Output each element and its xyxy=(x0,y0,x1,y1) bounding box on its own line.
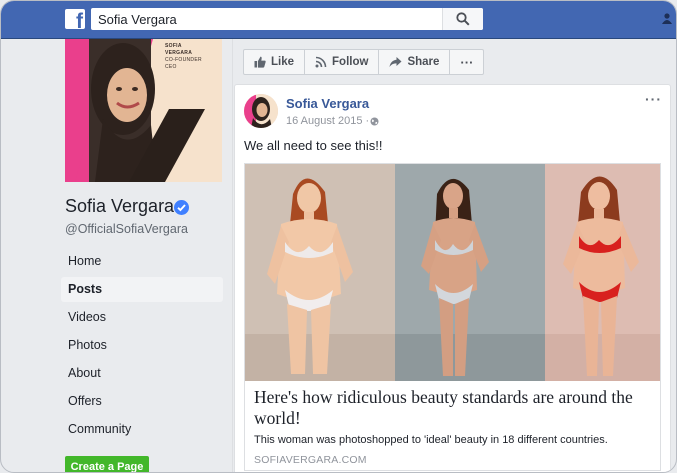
nav-item-photos[interactable]: Photos xyxy=(61,333,223,358)
photo-panel xyxy=(395,164,545,381)
woman-figure-graphic xyxy=(245,164,395,381)
nav-item-videos[interactable]: Videos xyxy=(61,305,223,330)
link-preview-card[interactable]: Here's how ridiculous beauty standards a… xyxy=(244,163,661,471)
thumbs-up-icon xyxy=(254,56,266,68)
cover-text-line-2: VERGARA xyxy=(165,50,193,56)
link-domain: SOFIAVERGARA.COM xyxy=(254,454,367,466)
author-avatar[interactable] xyxy=(244,94,278,128)
photo-panel xyxy=(545,164,660,381)
link-description: This woman was photoshopped to 'ideal' b… xyxy=(254,434,608,446)
search-button[interactable] xyxy=(442,8,483,30)
column-divider xyxy=(232,39,233,472)
post-author-link[interactable]: Sofia Vergara xyxy=(286,96,369,111)
facebook-logo-icon[interactable]: f xyxy=(65,9,85,33)
nav-item-about[interactable]: About xyxy=(61,361,223,386)
cover-text-line-1: SOFIA xyxy=(165,43,182,49)
post-meta: 16 August 2015 · xyxy=(286,115,369,127)
friend-requests-icon[interactable] xyxy=(662,13,672,25)
woman-figure-graphic xyxy=(545,164,660,381)
search-icon xyxy=(456,12,470,26)
rss-follow-icon xyxy=(315,56,327,68)
like-button[interactable]: Like xyxy=(244,50,306,74)
page-action-bar: Like Follow Share ··· xyxy=(243,49,485,75)
search-input[interactable] xyxy=(91,8,441,30)
profile-picture[interactable]: SOFIA VERGARA CO-FOUNDER CEO xyxy=(65,39,222,182)
avatar-image xyxy=(244,94,278,128)
link-preview-image xyxy=(245,164,660,381)
link-title[interactable]: Here's how ridiculous beauty standards a… xyxy=(254,387,654,429)
create-page-button[interactable]: Create a Page xyxy=(65,456,149,472)
post-message: We all need to see this!! xyxy=(244,138,383,153)
cover-caption: SOFIA VERGARA CO-FOUNDER CEO xyxy=(165,43,202,71)
top-navigation-bar: f xyxy=(1,1,676,39)
verified-badge-icon xyxy=(174,200,189,215)
post-card: Sofia Vergara 16 August 2015 · ··· We al… xyxy=(234,84,671,472)
post-date[interactable]: 16 August 2015 xyxy=(286,115,362,127)
nav-item-offers[interactable]: Offers xyxy=(61,389,223,414)
more-dots-icon: ··· xyxy=(460,54,474,70)
woman-figure-graphic xyxy=(395,164,545,381)
globe-privacy-icon[interactable] xyxy=(370,117,379,126)
follow-button[interactable]: Follow xyxy=(305,50,380,74)
search-box xyxy=(91,8,483,30)
share-button[interactable]: Share xyxy=(379,50,451,74)
page-username[interactable]: @OfficialSofiaVergara xyxy=(65,222,188,236)
meta-separator: · xyxy=(365,115,370,127)
share-arrow-icon xyxy=(389,57,402,67)
nav-item-home[interactable]: Home xyxy=(61,249,223,274)
cover-text-line-4: CEO xyxy=(165,64,177,70)
like-label: Like xyxy=(271,56,295,68)
nav-item-posts[interactable]: Posts xyxy=(61,277,223,302)
follow-label: Follow xyxy=(332,56,369,68)
nav-item-community[interactable]: Community xyxy=(61,417,223,442)
cover-text-line-3: CO-FOUNDER xyxy=(165,57,202,63)
photo-panel xyxy=(245,164,395,381)
page-name[interactable]: Sofia Vergara xyxy=(65,196,174,217)
browser-frame: f Sofia Vergara SOFIA VERGARA CO-FOUNDER… xyxy=(0,0,677,473)
share-label: Share xyxy=(407,56,440,68)
post-options-button[interactable]: ··· xyxy=(645,91,662,107)
more-actions-button[interactable]: ··· xyxy=(450,50,483,74)
page-navigation: Home Posts Videos Photos About Offers Co… xyxy=(61,249,223,445)
facebook-logo-letter: f xyxy=(76,10,83,33)
